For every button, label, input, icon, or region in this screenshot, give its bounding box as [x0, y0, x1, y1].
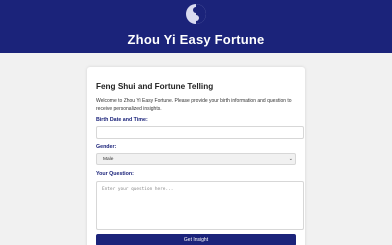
form-intro-text: Welcome to Zhou Yi Easy Fortune. Please … — [96, 98, 292, 112]
question-textarea[interactable]: Enter your question here... — [96, 181, 304, 230]
fortune-form-card: Feng Shui and Fortune Telling Welcome to… — [87, 67, 305, 245]
gender-select[interactable]: Male ⌄ — [96, 153, 296, 165]
form-heading: Feng Shui and Fortune Telling — [96, 82, 214, 91]
app-title: Zhou Yi Easy Fortune — [127, 32, 265, 47]
app-header: Zhou Yi Easy Fortune — [0, 0, 392, 53]
gender-label: Gender: — [96, 144, 117, 150]
chevron-down-icon: ⌄ — [288, 156, 293, 162]
birth-date-input[interactable] — [96, 126, 304, 139]
birth-date-label: Birth Date and Time: — [96, 117, 148, 123]
get-insight-button[interactable]: Get Insight — [96, 234, 296, 245]
question-label: Your Question: — [96, 171, 134, 177]
yin-yang-icon — [186, 4, 206, 24]
gender-selected-value: Male — [103, 157, 114, 162]
